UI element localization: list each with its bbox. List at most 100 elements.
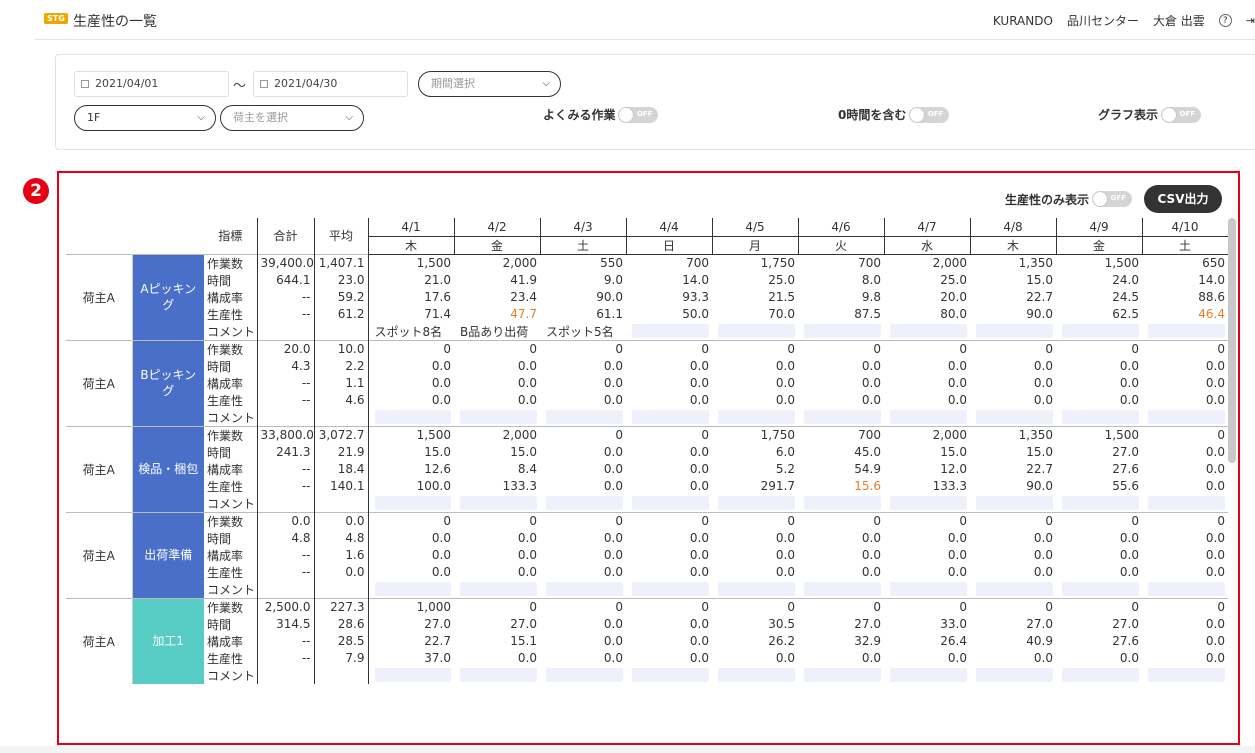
comment-cell[interactable]: [540, 581, 626, 599]
comment-input[interactable]: [976, 668, 1053, 682]
comment-cell[interactable]: スポット8名: [368, 323, 454, 341]
comment-cell[interactable]: [884, 667, 970, 684]
comment-input[interactable]: [804, 496, 881, 510]
comment-input[interactable]: [804, 582, 881, 596]
comment-input[interactable]: [890, 324, 967, 338]
comment-cell[interactable]: [884, 409, 970, 427]
comment-input[interactable]: [718, 496, 795, 510]
comment-cell[interactable]: [540, 409, 626, 427]
comment-cell[interactable]: [884, 495, 970, 513]
graph-toggle[interactable]: OFF: [1161, 106, 1202, 123]
comment-input[interactable]: [546, 582, 623, 596]
comment-cell[interactable]: [1056, 409, 1142, 427]
comment-input[interactable]: [976, 410, 1053, 424]
comment-cell[interactable]: [368, 495, 454, 513]
comment-cell[interactable]: [454, 495, 540, 513]
comment-cell[interactable]: [712, 581, 798, 599]
comment-cell[interactable]: [712, 323, 798, 341]
comment-input[interactable]: [804, 410, 881, 424]
frequent-tasks-toggle[interactable]: OFF: [618, 106, 659, 123]
task-cell[interactable]: 検品・梱包: [132, 425, 204, 512]
comment-cell[interactable]: [970, 495, 1056, 513]
comment-input[interactable]: [1148, 668, 1225, 682]
comment-input[interactable]: [374, 582, 451, 596]
comment-cell[interactable]: [1142, 409, 1228, 427]
comment-cell[interactable]: [712, 495, 798, 513]
comment-input[interactable]: [1148, 410, 1225, 424]
task-cell[interactable]: 出荷準備: [132, 511, 204, 598]
comment-input[interactable]: [718, 668, 795, 682]
productivity-table-container[interactable]: 指標 合計 平均 4/1 4/2 4/3 4/4 4/5 4/6 4/7 4/8 4/9 4/10 木金土…: [66, 218, 1228, 743]
task-cell[interactable]: Aピッキング: [132, 253, 204, 340]
comment-cell[interactable]: [970, 409, 1056, 427]
csv-export-button[interactable]: CSV出力: [1144, 185, 1223, 213]
comment-input[interactable]: [632, 668, 709, 682]
help-icon[interactable]: ?: [1218, 14, 1232, 27]
comment-input[interactable]: [374, 410, 451, 424]
comment-cell[interactable]: [884, 581, 970, 599]
comment-input[interactable]: [374, 668, 451, 682]
comment-cell[interactable]: [1142, 323, 1228, 341]
comment-input[interactable]: [1062, 410, 1139, 424]
comment-input[interactable]: [546, 496, 623, 510]
comment-cell[interactable]: [368, 581, 454, 599]
comment-cell[interactable]: [626, 495, 712, 513]
comment-input[interactable]: [804, 324, 881, 338]
comment-cell[interactable]: [798, 581, 884, 599]
comment-cell[interactable]: [1056, 323, 1142, 341]
task-cell[interactable]: 加工1: [132, 597, 204, 684]
comment-input[interactable]: [1062, 324, 1139, 338]
comment-input[interactable]: [976, 324, 1053, 338]
vertical-scrollbar[interactable]: [1228, 218, 1236, 463]
comment-cell[interactable]: [454, 667, 540, 684]
comment-cell[interactable]: [626, 667, 712, 684]
comment-input[interactable]: [1148, 324, 1225, 338]
center-name[interactable]: 品川センター: [1067, 12, 1139, 29]
productivity-only-toggle[interactable]: OFF: [1092, 191, 1133, 207]
comment-input[interactable]: [718, 410, 795, 424]
comment-input[interactable]: [1148, 496, 1225, 510]
comment-cell[interactable]: [970, 581, 1056, 599]
comment-cell[interactable]: [368, 409, 454, 427]
comment-cell[interactable]: スポット5名: [540, 323, 626, 341]
comment-input[interactable]: [546, 410, 623, 424]
comment-cell[interactable]: [798, 495, 884, 513]
comment-input[interactable]: [632, 324, 709, 338]
comment-input[interactable]: [460, 496, 537, 510]
user-name[interactable]: 大倉 出雲: [1153, 12, 1205, 29]
comment-cell[interactable]: [1056, 581, 1142, 599]
comment-input[interactable]: [1062, 582, 1139, 596]
comment-input[interactable]: [632, 496, 709, 510]
date-from-field[interactable]: 2021/04/01: [74, 71, 229, 97]
comment-input[interactable]: [374, 496, 451, 510]
owner-select[interactable]: 荷主を選択 ⌵: [220, 105, 364, 131]
comment-cell[interactable]: [540, 495, 626, 513]
comment-input[interactable]: [460, 668, 537, 682]
comment-input[interactable]: [976, 582, 1053, 596]
comment-cell[interactable]: [1142, 581, 1228, 599]
comment-cell[interactable]: [454, 409, 540, 427]
comment-input[interactable]: [546, 668, 623, 682]
include-zero-toggle[interactable]: OFF: [909, 106, 950, 123]
comment-cell[interactable]: [798, 667, 884, 684]
logout-icon[interactable]: ⇥: [1246, 14, 1255, 27]
comment-cell[interactable]: [712, 409, 798, 427]
comment-cell[interactable]: [626, 409, 712, 427]
comment-input[interactable]: [632, 410, 709, 424]
comment-input[interactable]: [1062, 668, 1139, 682]
comment-cell[interactable]: [712, 667, 798, 684]
comment-cell[interactable]: [798, 409, 884, 427]
comment-cell[interactable]: [1142, 495, 1228, 513]
comment-input[interactable]: [1062, 496, 1139, 510]
comment-cell[interactable]: B品あり出荷: [454, 323, 540, 341]
comment-cell[interactable]: [368, 667, 454, 684]
horizontal-scrollbar-track[interactable]: [0, 746, 1255, 753]
comment-input[interactable]: [890, 410, 967, 424]
comment-input[interactable]: [632, 582, 709, 596]
comment-input[interactable]: [460, 582, 537, 596]
comment-cell[interactable]: [540, 667, 626, 684]
comment-input[interactable]: [718, 324, 795, 338]
comment-cell[interactable]: [798, 323, 884, 341]
comment-input[interactable]: [890, 496, 967, 510]
comment-input[interactable]: [804, 668, 881, 682]
